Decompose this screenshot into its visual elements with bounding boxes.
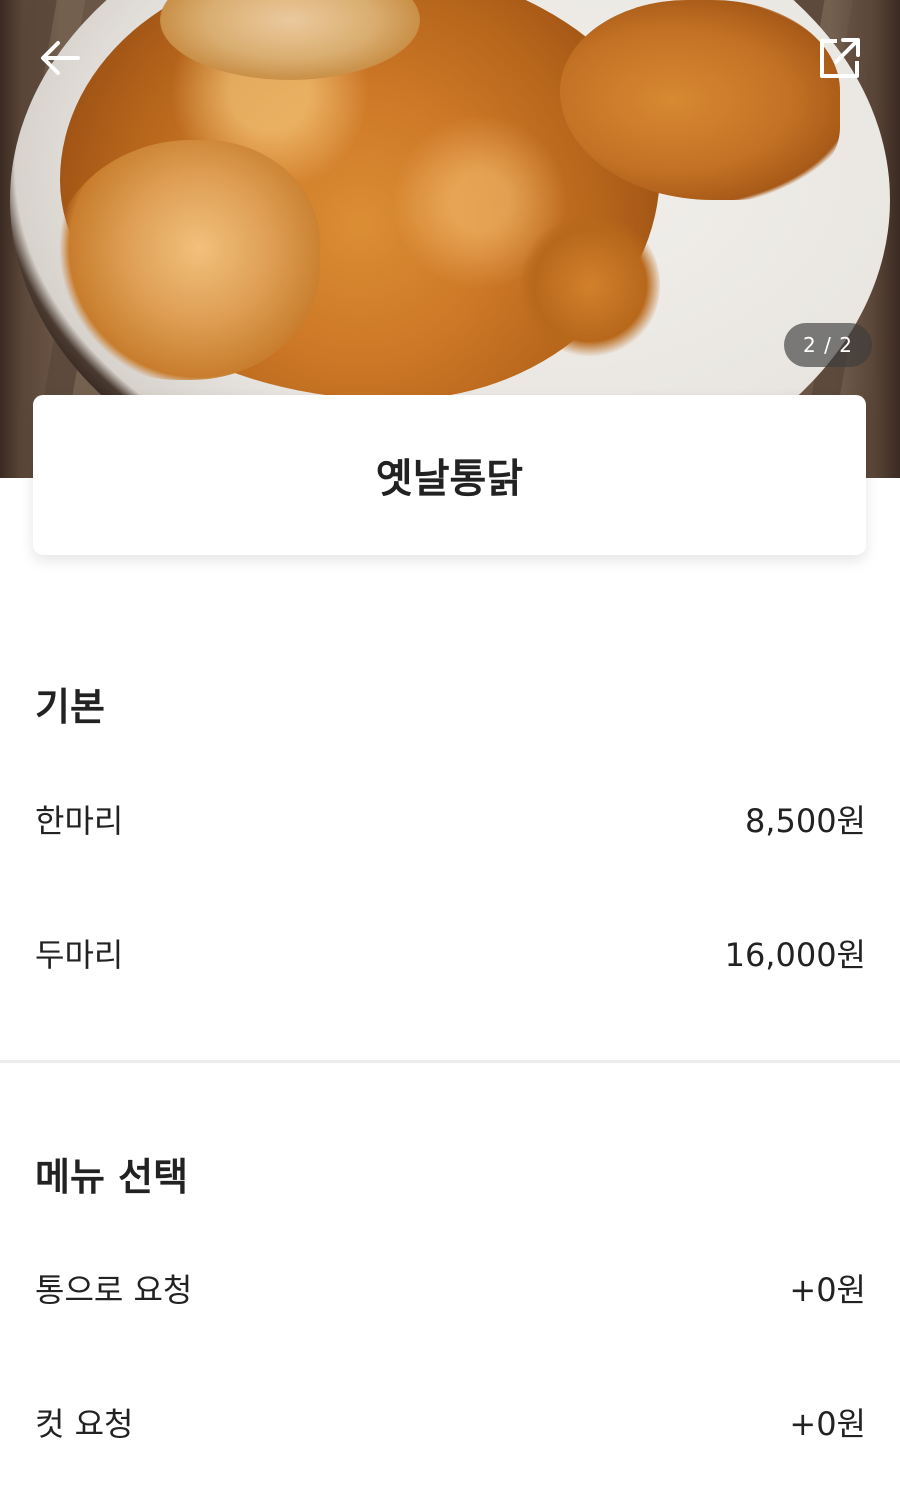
section-title-menu-choice: 메뉴 선택: [35, 1155, 189, 1199]
section-title-basic: 기본: [35, 685, 105, 729]
option-price: +0원: [789, 1271, 866, 1309]
option-label: 한마리: [35, 802, 124, 840]
option-label: 두마리: [35, 936, 124, 974]
option-price: 16,000원: [724, 936, 866, 974]
menu-title-card: 옛날통닭: [33, 395, 866, 555]
chicken-thigh-image: [520, 210, 660, 360]
arrow-left-icon: [41, 41, 80, 75]
chicken-wing-image: [50, 140, 320, 380]
option-row[interactable]: 두마리 16,000원: [35, 923, 866, 983]
option-row[interactable]: 통으로 요청 +0원: [35, 1258, 866, 1318]
option-row[interactable]: 컷 요청 +0원: [35, 1392, 866, 1452]
option-price: 8,500원: [744, 802, 866, 840]
option-price: +0원: [789, 1405, 866, 1443]
image-page-indicator: 2 / 2: [784, 323, 872, 367]
share-button[interactable]: [810, 28, 870, 88]
option-row[interactable]: 한마리 8,500원: [35, 789, 866, 849]
back-button[interactable]: [30, 28, 90, 88]
section-divider: [0, 1060, 900, 1063]
menu-title: 옛날통닭: [375, 456, 524, 502]
share-external-icon: [820, 38, 860, 78]
option-label: 컷 요청: [35, 1405, 134, 1443]
option-label: 통으로 요청: [35, 1271, 193, 1309]
